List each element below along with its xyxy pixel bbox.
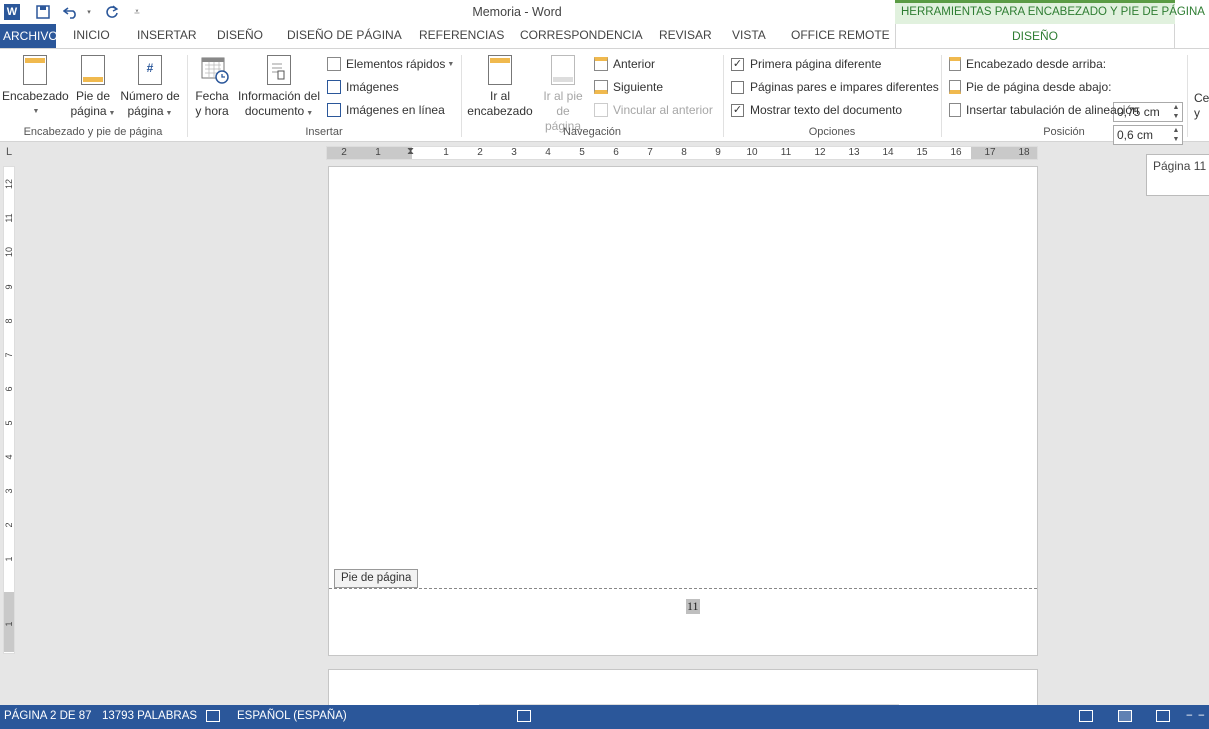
tools-header-label: HERRAMIENTAS PARA ENCABEZADO Y PIE DE PÁ… — [901, 6, 1205, 18]
group-separator — [187, 55, 188, 137]
next-document-page[interactable] — [328, 669, 1038, 710]
page-number-icon: # — [138, 55, 162, 85]
go-to-header-icon — [488, 55, 512, 85]
quick-parts-icon — [327, 57, 341, 71]
footer-tag: Pie de página — [334, 569, 419, 588]
page-count-status[interactable]: PÁGINA 2 DE 87 — [4, 710, 92, 722]
tab-diseno[interactable]: DISEÑO — [217, 28, 263, 42]
previous-section-icon — [594, 57, 608, 71]
chevron-down-icon: ▼ — [108, 110, 116, 117]
vincular-anterior-button[interactable]: Vincular al anterior — [594, 101, 713, 119]
spin-arrows-icon[interactable]: ▲ ▼ — [1171, 103, 1181, 121]
group-separator — [1187, 55, 1188, 137]
document-page[interactable]: Pie de página 11 — [328, 166, 1038, 656]
indent-marker-icon[interactable]: ⧗ — [407, 146, 414, 157]
zoom-out-icon[interactable]: − — [1186, 710, 1193, 722]
web-layout-icon[interactable] — [1156, 710, 1170, 722]
ribbon-tabs: ARCHIVO INICIO INSERTAR DISEÑO DISEÑO DE… — [0, 24, 1209, 49]
go-to-footer-icon — [551, 55, 575, 85]
group-label-opciones: Opciones — [808, 126, 856, 138]
link-previous-icon — [594, 103, 608, 117]
group-label-header-footer: Encabezado y pie de página — [23, 126, 163, 138]
checkbox-mark — [731, 80, 744, 94]
group-label-navegacion: Navegación — [562, 126, 622, 138]
group-separator — [941, 55, 942, 137]
language-status[interactable]: ESPAÑOL (ESPAÑA) — [237, 710, 347, 722]
next-section-icon — [594, 80, 608, 94]
page-number-field[interactable]: 11 — [686, 599, 700, 614]
siguiente-button[interactable]: Siguiente — [594, 78, 663, 96]
tab-correspondencia[interactable]: CORRESPONDENCIA — [520, 28, 643, 42]
checkbox-mark: ✓ — [731, 57, 744, 71]
word-count-status[interactable]: 13793 PALABRAS — [102, 710, 197, 722]
tab-office-remote[interactable]: OFFICE REMOTE — [791, 28, 890, 42]
numero-de-pagina-button[interactable]: # Número de página ▼ — [118, 55, 182, 121]
header-icon — [23, 55, 47, 85]
ir-al-pie-button[interactable]: Ir al pie de página — [537, 55, 589, 134]
tab-revisar[interactable]: REVISAR — [659, 28, 712, 42]
elementos-rapidos-button[interactable]: Elementos rápidos ▼ — [327, 55, 454, 73]
page-tooltip: Página 11 — [1146, 154, 1209, 196]
contextual-tools-header: HERRAMIENTAS PARA ENCABEZADO Y PIE DE PÁ… — [895, 0, 1205, 26]
tab-inicio[interactable]: INICIO — [73, 28, 110, 42]
pie-de-pagina-button[interactable]: Pie de página ▼ — [69, 55, 117, 121]
footer-icon — [81, 55, 105, 85]
cerrar-encabezado-button[interactable]: Ce y — [1194, 91, 1209, 121]
anterior-button[interactable]: Anterior — [594, 55, 655, 73]
primera-pagina-diferente-checkbox[interactable]: ✓ Primera página diferente — [731, 55, 881, 73]
tab-archivo[interactable]: ARCHIVO — [0, 24, 58, 48]
zoom-slider-icon[interactable]: − — [1198, 710, 1205, 722]
macro-recording-icon[interactable] — [517, 710, 531, 722]
checkbox-mark: ✓ — [731, 103, 744, 117]
window-title: Memoria - Word — [472, 5, 562, 19]
tab-diseno-header-footer[interactable]: DISEÑO — [895, 24, 1175, 49]
header-position-icon — [949, 57, 961, 71]
pie-desde-abajo-label: Pie de página desde abajo: — [949, 78, 1111, 96]
chevron-down-icon: ▼ — [306, 110, 314, 117]
alignment-tab-icon — [949, 103, 961, 117]
encabezado-button[interactable]: Encabezado ▼ — [2, 55, 69, 119]
mostrar-texto-documento-checkbox[interactable]: ✓ Mostrar texto del documento — [731, 101, 902, 119]
tab-diseno-pagina[interactable]: DISEÑO DE PÁGINA — [287, 28, 402, 42]
chevron-down-icon: ▼ — [32, 108, 40, 115]
online-picture-icon — [327, 103, 341, 117]
document-info-icon — [267, 55, 291, 85]
calendar-clock-icon — [200, 55, 229, 85]
print-layout-icon[interactable] — [1118, 710, 1132, 722]
vertical-ruler[interactable]: 12 11 10 9 8 7 6 5 4 3 2 1 1 — [3, 166, 15, 654]
informacion-documento-button[interactable]: Información del documento ▼ — [235, 55, 323, 121]
tab-vista[interactable]: VISTA — [732, 28, 766, 42]
imagenes-en-linea-button[interactable]: Imágenes en línea — [327, 101, 445, 119]
tab-selector[interactable]: L — [2, 146, 16, 160]
ir-al-encabezado-button[interactable]: Ir al encabezado — [466, 55, 534, 119]
title-bar: W ▾ ⩡ Memoria - Word HERRAMIENTAS PARA E… — [0, 0, 1209, 26]
imagenes-button[interactable]: Imágenes — [327, 78, 399, 96]
insertar-tabulacion-button[interactable]: Insertar tabulación de alineación — [949, 101, 1139, 119]
group-label-insertar: Insertar — [305, 126, 343, 138]
footer-position-icon — [949, 80, 961, 94]
chevron-down-icon: ▼ — [447, 60, 455, 68]
horizontal-ruler[interactable]: 2 1 1 2 3 4 5 6 7 8 9 10 11 12 13 14 15 … — [326, 146, 1038, 160]
group-separator — [461, 55, 462, 137]
paginas-pares-impares-checkbox[interactable]: Páginas pares e impares diferentes — [731, 78, 939, 96]
tab-insertar[interactable]: INSERTAR — [137, 28, 197, 42]
chevron-down-icon: ▼ — [165, 110, 173, 117]
tab-referencias[interactable]: REFERENCIAS — [419, 28, 504, 42]
fecha-hora-button[interactable]: Fecha y hora — [193, 55, 231, 119]
picture-icon — [327, 80, 341, 94]
group-label-posicion: Posición — [1043, 126, 1085, 138]
footer-boundary-line — [329, 588, 1037, 589]
ribbon: Encabezado ▼ Pie de página ▼ # Número de … — [0, 48, 1209, 145]
proofing-icon[interactable] — [206, 710, 220, 722]
status-bar: PÁGINA 2 DE 87 13793 PALABRAS ESPAÑOL (E… — [0, 705, 1209, 729]
read-mode-icon[interactable] — [1079, 710, 1093, 722]
encabezado-desde-arriba-label: Encabezado desde arriba: — [949, 55, 1106, 73]
group-separator — [723, 55, 724, 137]
